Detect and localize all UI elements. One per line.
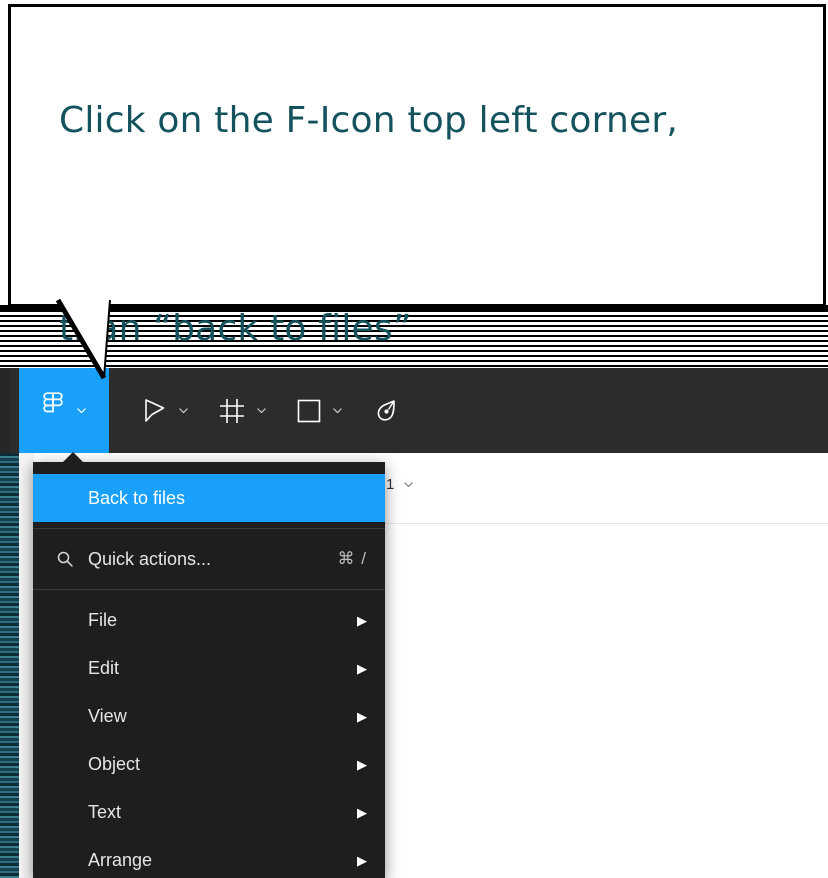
submenu-arrow-icon: ▶ — [357, 756, 367, 772]
menu-item-label: Text — [88, 801, 122, 822]
menu-item-label: Back to files — [88, 487, 186, 508]
cursor-arrow-icon — [145, 398, 165, 422]
menu-item-quick-actions[interactable]: Quick actions... ⌘ / — [33, 535, 385, 583]
left-stripe-band-dark — [0, 368, 9, 453]
menu-item-label: Quick actions... — [88, 548, 212, 569]
zoom-level-value: 1 — [386, 476, 395, 493]
chevron-down-icon — [77, 408, 86, 414]
menu-item-label: Edit — [88, 657, 120, 678]
left-white-gutter — [19, 453, 34, 878]
chevron-down-icon — [179, 408, 188, 414]
submenu-arrow-icon: ▶ — [357, 612, 367, 628]
menu-item-back-to-files[interactable]: Back to files — [33, 474, 385, 522]
chevron-down-icon — [257, 408, 266, 414]
menu-item-view[interactable]: View ▶ — [33, 692, 385, 740]
menu-submenu-group: File ▶ Edit ▶ View ▶ Object ▶ Text ▶ Arr… — [33, 596, 385, 878]
figma-main-menu: Back to files Quick actions... ⌘ / File … — [33, 462, 385, 878]
submenu-arrow-icon: ▶ — [357, 804, 367, 820]
menu-item-shortcut: ⌘ / — [337, 549, 367, 568]
menu-caret — [62, 452, 84, 463]
submenu-arrow-icon: ▶ — [357, 708, 367, 724]
menu-item-edit[interactable]: Edit ▶ — [33, 644, 385, 692]
rectangle-icon — [297, 399, 321, 422]
instruction-text: Click on the F-Icon top left corner, tha… — [59, 100, 679, 349]
menu-item-label: Object — [88, 753, 141, 774]
menu-item-object[interactable]: Object ▶ — [33, 740, 385, 788]
screenshot-root: 1 Back to files Quick actions... ⌘ / Fil… — [0, 0, 828, 878]
pen-icon — [377, 399, 395, 421]
search-icon — [55, 549, 75, 569]
menu-item-label: Arrange — [88, 849, 153, 870]
frame-icon — [220, 398, 244, 423]
submenu-arrow-icon: ▶ — [357, 660, 367, 676]
menu-item-label: File — [88, 609, 118, 630]
submenu-arrow-icon: ▶ — [357, 852, 367, 868]
chevron-down-icon — [333, 408, 342, 414]
menu-top-padding — [33, 462, 385, 474]
menu-item-file[interactable]: File ▶ — [33, 596, 385, 644]
menu-separator — [33, 589, 385, 590]
menu-item-label: View — [88, 705, 127, 726]
instruction-callout: Click on the F-Icon top left corner, tha… — [8, 4, 826, 349]
menu-separator — [33, 528, 385, 529]
callout-pointer-tail — [55, 298, 111, 380]
menu-item-arrange[interactable]: Arrange ▶ — [33, 836, 385, 878]
menu-item-text[interactable]: Text ▶ — [33, 788, 385, 836]
zoom-level-control[interactable]: 1 — [386, 476, 415, 493]
figma-logo-icon — [43, 391, 63, 412]
chevron-down-icon — [404, 482, 414, 488]
